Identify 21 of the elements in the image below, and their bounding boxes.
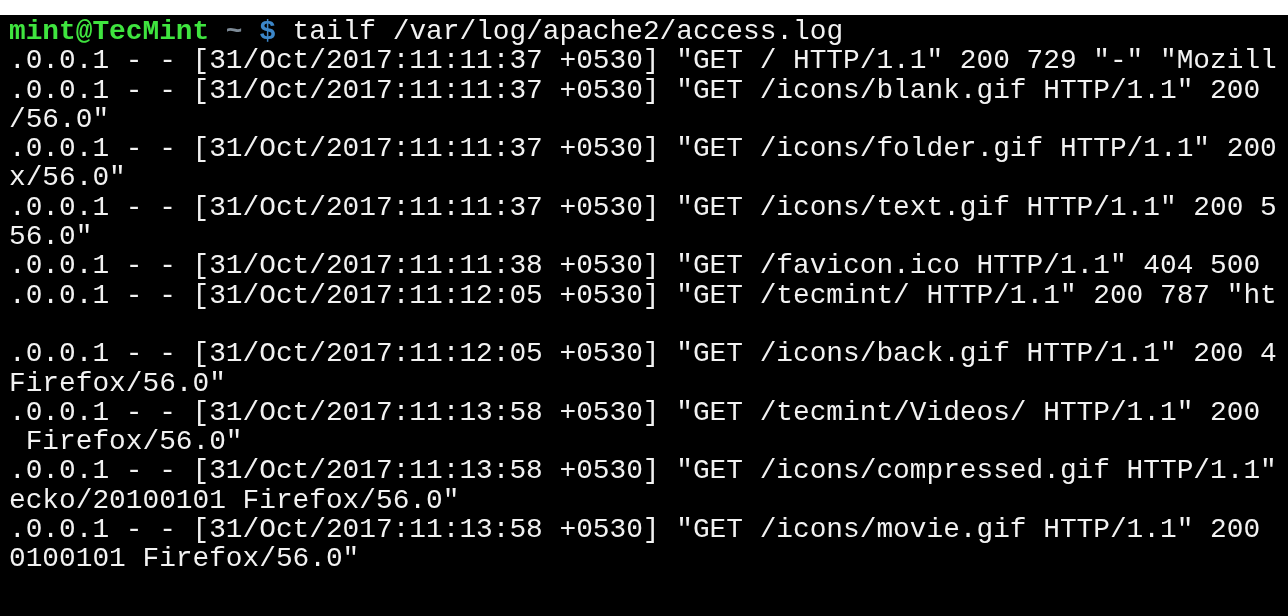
log-line: .0.0.1 - - [31/Oct/2017:11:11:37 +0530] "GET /icons/text.gif HTTP/1.1" 200 5 xyxy=(9,192,1277,223)
log-line: .0.0.1 - - [31/Oct/2017:11:11:37 +0530] "GET / HTTP/1.1" 200 729 "-" "Mozill xyxy=(9,46,1277,76)
prompt-symbol: $ xyxy=(259,17,276,47)
log-line: .0.0.1 - - [31/Oct/2017:11:11:37 +0530] "GET /icons/blank.gif HTTP/1.1" 200 xyxy=(9,75,1261,105)
log-line: x/56.0" xyxy=(9,163,126,193)
log-line: .0.0.1 - - [31/Oct/2017:11:13:58 +0530] "GET /icons/movie.gif HTTP/1.1" 200 xyxy=(9,515,1261,545)
command-text: tailf /var/log/apache2/access.log xyxy=(292,17,844,47)
log-line: 56.0" xyxy=(9,222,93,252)
log-line: /56.0" xyxy=(9,104,110,135)
log-line: .0.0.1 - - [31/Oct/2017:11:12:05 +0530] "GET /icons/back.gif HTTP/1.1" 200 4 xyxy=(9,339,1277,369)
log-line: Firefox/56.0" xyxy=(9,368,226,398)
log-line: .0.0.1 - - [31/Oct/2017:11:13:58 +0530] "GET /tecmint/Videos/ HTTP/1.1" 200 xyxy=(9,397,1261,428)
log-line: .0.0.1 - - [31/Oct/2017:11:11:38 +0530] "GET /favicon.ico HTTP/1.1" 404 500 xyxy=(9,251,1261,281)
log-line: Firefox/56.0" xyxy=(24,427,243,457)
prompt-user-host: mint@TecMint xyxy=(9,17,210,47)
log-line: .0.0.1 - - [31/Oct/2017:11:11:37 +0530] "GET /icons/folder.gif HTTP/1.1" 200 xyxy=(9,134,1277,164)
log-line: .0.0.1 - - [31/Oct/2017:11:12:05 +0530] "GET /tecmint/ HTTP/1.1" 200 787 "ht xyxy=(9,280,1277,310)
prompt-path: ~ xyxy=(225,17,243,47)
log-line: ecko/20100101 Firefox/56.0" xyxy=(9,485,460,516)
log-line: .0.0.1 - - [31/Oct/2017:11:13:58 +0530] "GET /icons/compressed.gif HTTP/1.1" xyxy=(9,456,1277,486)
log-line: 0100101 Firefox/56.0" xyxy=(9,544,360,574)
